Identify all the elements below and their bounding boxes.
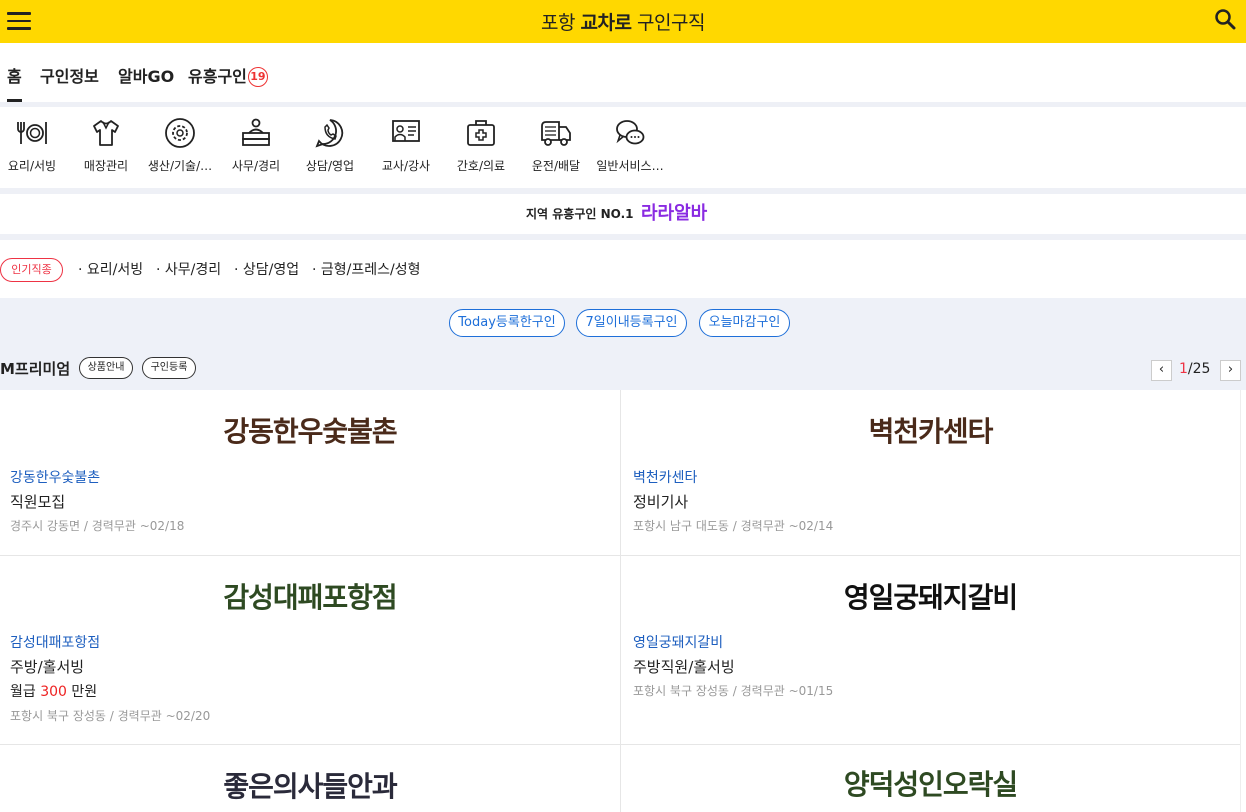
category-office-accounting[interactable]: 사무/경리 <box>216 117 296 174</box>
job-company: 벽천카센타 <box>633 470 698 486</box>
job-company: 강동한우숯불촌 <box>10 470 101 486</box>
category-label: 상담/영업 <box>305 159 355 173</box>
category-production-tech[interactable]: 생산/기술/… <box>140 117 220 174</box>
job-logo: 양덕성인오락실 <box>843 768 1018 801</box>
filter-today-button[interactable]: Today등록한구인 <box>449 309 565 337</box>
category-label: 간호/의료 <box>456 159 506 173</box>
job-logo: 영일궁돼지갈비 <box>843 581 1018 614</box>
job-logo: 벽천카센타 <box>868 415 994 448</box>
category-consulting-sales[interactable]: 상담/영업 <box>290 117 370 174</box>
main-tabs: 홈 구인정보 알바GO 유흥구인 19 <box>0 43 1246 103</box>
medical-kit-icon <box>467 120 495 146</box>
office-desk-icon <box>242 118 270 146</box>
job-card[interactable]: 감성대패포항점 감성대패포항점 주방/홀서빙 월급 300 만원 포항시 북구 … <box>0 556 620 745</box>
premium-job-grid: 강동한우숯불촌 강동한우숯불촌 직원모집 경주시 강동면 / 경력무관 ~02/… <box>0 390 1241 812</box>
chevron-left-icon[interactable]: ‹ <box>1151 360 1172 381</box>
chat-bubbles-icon <box>616 120 645 145</box>
site-title-main: 교차로 <box>580 12 632 34</box>
category-label: 요리/서빙 <box>7 159 57 173</box>
job-title: 주방직원/홀서빙 <box>633 658 735 676</box>
premium-title: M프리미엄 <box>0 360 71 378</box>
category-teacher-instructor[interactable]: 교사/강사 <box>366 117 446 174</box>
job-title: 직원모집 <box>10 493 66 511</box>
search-icon[interactable] <box>1214 8 1236 30</box>
tab-entertainment-label: 유흥구인 <box>188 67 247 86</box>
adult-badge: 19 <box>247 67 268 87</box>
tab-job-info[interactable]: 구인정보 <box>40 63 99 87</box>
category-label: 교사/강사 <box>381 159 431 173</box>
chevron-right-icon[interactable]: › <box>1220 360 1241 381</box>
category-bar: 요리/서빙 매장관리 생산/기술/… 사무/경리 상담/영업 교사/강사 간호/… <box>0 107 1246 188</box>
banner-logo: 라라알바 <box>641 203 708 224</box>
popular-badge: 인기직종 <box>0 258 63 282</box>
promo-banner[interactable]: 지역 유흥구인 NO.1 라라알바 <box>0 194 1246 234</box>
teacher-board-icon <box>392 120 420 142</box>
job-meta: 경주시 강동면 / 경력무관 ~02/18 <box>10 519 185 533</box>
job-company: 영일궁돼지갈비 <box>633 635 724 651</box>
category-label: 일반서비스… <box>596 159 664 173</box>
job-logo: 강동한우숯불촌 <box>223 415 397 448</box>
gear-icon <box>165 118 195 148</box>
truck-icon <box>541 121 571 146</box>
filter-closing-today-button[interactable]: 오늘마감구인 <box>699 309 790 337</box>
category-general-service[interactable]: 일반서비스… <box>590 117 670 174</box>
job-company: 감성대패포항점 <box>10 635 101 651</box>
job-title: 주방/홀서빙 <box>10 658 85 676</box>
category-label: 매장관리 <box>83 159 129 173</box>
page-indicator: 1/25 <box>1179 361 1210 377</box>
category-driving-delivery[interactable]: 운전/배달 <box>516 117 596 174</box>
pay-prefix: 월급 <box>10 684 41 700</box>
popular-jobs: 인기직종 · 요리/서빙 · 사무/경리 · 상담/영업 · 금형/프레스/성형 <box>0 240 1246 298</box>
pay-suffix: 만원 <box>66 684 98 700</box>
job-card[interactable]: 양덕성인오락실 <box>620 745 1240 812</box>
page-current: 1 <box>1179 361 1188 377</box>
filter-7days-button[interactable]: 7일이내등록구인 <box>576 309 687 337</box>
job-meta: 포항시 북구 장성동 / 경력무관 ~01/15 <box>633 684 834 698</box>
popular-item[interactable]: · 사무/경리 <box>156 259 221 279</box>
job-pay: 월급 300 만원 <box>10 681 97 701</box>
job-card[interactable]: 좋은의사들안과 <box>0 745 620 812</box>
pay-amount: 300 <box>40 684 67 700</box>
popular-item[interactable]: · 상담/영업 <box>234 259 299 279</box>
job-meta: 포항시 북구 장성동 / 경력무관 ~02/20 <box>10 709 211 723</box>
category-nursing-medical[interactable]: 간호/의료 <box>441 117 521 174</box>
category-label: 사무/경리 <box>231 159 281 173</box>
category-label: 생산/기술/… <box>147 159 213 173</box>
job-logo: 좋은의사들안과 <box>223 770 397 803</box>
dining-icon <box>17 122 47 144</box>
tab-albago[interactable]: 알바GO <box>118 63 174 87</box>
job-meta: 포항시 남구 대도동 / 경력무관 ~02/14 <box>633 519 834 533</box>
job-register-button[interactable]: 구인등록 <box>142 357 196 379</box>
job-card[interactable]: 강동한우숯불촌 강동한우숯불촌 직원모집 경주시 강동면 / 경력무관 ~02/… <box>0 390 620 556</box>
phone-icon <box>315 119 344 148</box>
page-total: /25 <box>1187 361 1211 377</box>
job-card[interactable]: 영일궁돼지갈비 영일궁돼지갈비 주방직원/홀서빙 포항시 북구 장성동 / 경력… <box>620 556 1240 745</box>
tab-entertainment[interactable]: 유흥구인 19 <box>188 63 268 87</box>
tab-home[interactable]: 홈 <box>7 63 22 87</box>
shirt-icon <box>93 120 119 146</box>
popular-item[interactable]: · 요리/서빙 <box>78 259 143 279</box>
site-title-suffix: 구인구직 <box>631 12 705 34</box>
site-title[interactable]: 포항 교차로 구인구직 <box>0 8 1246 35</box>
job-title: 정비기사 <box>633 493 689 511</box>
product-info-button[interactable]: 상품안내 <box>79 357 133 379</box>
job-card[interactable]: 벽천카센타 벽천카센타 정비기사 포항시 남구 대도동 / 경력무관 ~02/1… <box>620 390 1240 556</box>
banner-text: 지역 유흥구인 NO.1 <box>526 207 634 221</box>
job-logo: 감성대패포항점 <box>223 581 397 614</box>
category-store-management[interactable]: 매장관리 <box>66 117 146 174</box>
top-bar: 포항 교차로 구인구직 <box>0 0 1246 43</box>
site-title-prefix: 포항 <box>541 12 581 34</box>
category-cooking-serving[interactable]: 요리/서빙 <box>0 117 72 174</box>
filter-section: Today등록한구인 7일이내등록구인 오늘마감구인 M프리미엄 상품안내 구인… <box>0 298 1246 390</box>
popular-item[interactable]: · 금형/프레스/성형 <box>312 259 421 279</box>
category-label: 운전/배달 <box>531 159 581 173</box>
